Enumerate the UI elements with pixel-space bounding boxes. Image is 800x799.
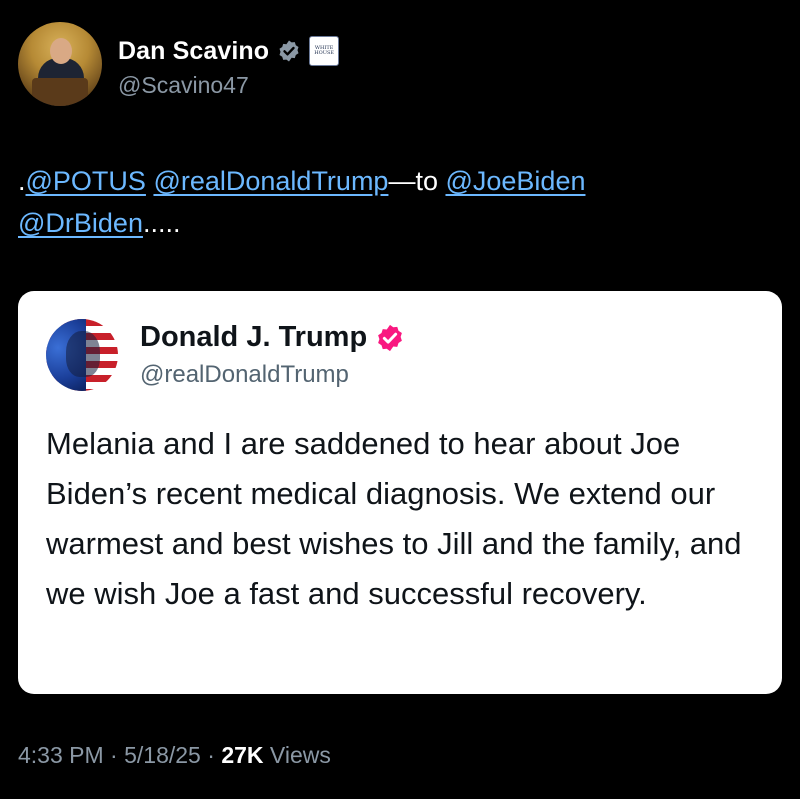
author-handle[interactable]: @Scavino47 — [118, 72, 249, 99]
author-display-name[interactable]: Dan Scavino — [118, 37, 269, 66]
tweet-connector: —to — [388, 166, 446, 196]
tweet-meta: 4:33 PM · 5/18/25 · 27K Views — [18, 742, 331, 769]
tweet-header: Dan Scavino WHITE HOUSE @Scavino47 — [18, 22, 778, 112]
verified-badge-icon[interactable] — [277, 39, 301, 63]
white-house-affiliation-icon[interactable]: WHITE HOUSE — [309, 36, 340, 66]
mention-joebiden-link[interactable]: @JoeBiden — [445, 166, 585, 196]
tweet-text: .@POTUS @realDonaldTrump—to @JoeBiden @Dr… — [18, 160, 778, 244]
mention-drbiden-link[interactable]: @DrBiden — [18, 208, 143, 238]
mention-potus-link[interactable]: @POTUS — [26, 166, 146, 196]
verified-badge-icon[interactable] — [375, 323, 405, 353]
quoted-author-avatar[interactable] — [46, 319, 118, 391]
quoted-name-row: Donald J. Trump — [140, 321, 405, 354]
author-avatar[interactable] — [18, 22, 102, 106]
views-label[interactable]: Views — [264, 742, 331, 768]
meta-separator: · — [200, 742, 222, 768]
author-name-row: Dan Scavino WHITE HOUSE — [118, 36, 340, 66]
quoted-post-body: Melania and I are saddened to hear about… — [46, 426, 742, 611]
tweet-prefix: . — [18, 166, 26, 196]
post-date[interactable]: 5/18/25 — [124, 742, 201, 768]
post-time[interactable]: 4:33 PM — [18, 742, 104, 768]
quoted-handle[interactable]: @realDonaldTrump — [140, 361, 349, 389]
views-count[interactable]: 27K — [221, 742, 263, 768]
mention-realdonaldtrump-link[interactable]: @realDonaldTrump — [153, 166, 388, 196]
meta-separator: · — [103, 742, 125, 768]
tweet-suffix: ..... — [142, 208, 181, 238]
quoted-post-card[interactable]: Donald J. Trump @realDonaldTrump Melania… — [18, 291, 782, 694]
quoted-display-name[interactable]: Donald J. Trump — [140, 321, 367, 354]
